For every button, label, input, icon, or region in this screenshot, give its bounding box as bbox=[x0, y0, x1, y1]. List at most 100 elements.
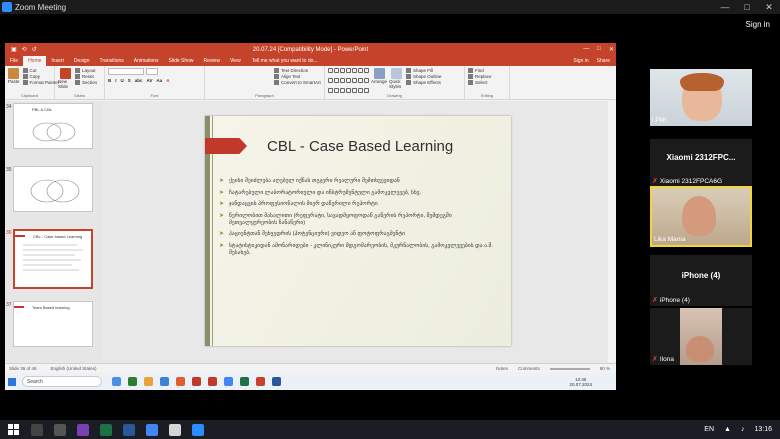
find-button[interactable]: Find bbox=[468, 68, 492, 73]
word-icon[interactable] bbox=[272, 377, 281, 386]
firefox-icon[interactable] bbox=[176, 377, 185, 386]
edge-icon[interactable] bbox=[160, 377, 169, 386]
close-button[interactable]: ✕ bbox=[758, 0, 780, 14]
app-icon[interactable] bbox=[77, 423, 89, 436]
zoom-slider[interactable] bbox=[549, 367, 590, 370]
word-icon[interactable] bbox=[123, 423, 135, 436]
participant-tile[interactable]: iPhone (4) ✗ iPhone (4) bbox=[650, 255, 752, 306]
tab-home[interactable]: Home bbox=[23, 56, 47, 66]
app-icon[interactable] bbox=[128, 377, 137, 386]
shape-outline-icon bbox=[406, 74, 411, 79]
select-button[interactable]: Select bbox=[468, 80, 492, 85]
maximize-button[interactable]: □ bbox=[736, 0, 758, 14]
tab-slide-show[interactable]: Slide Show bbox=[164, 58, 199, 64]
tab-view[interactable]: View bbox=[225, 58, 246, 64]
underline-button[interactable]: U bbox=[121, 78, 124, 83]
excel-icon[interactable] bbox=[100, 423, 112, 436]
volume-icon[interactable]: ♪ bbox=[741, 426, 745, 433]
tell-me-input[interactable]: Tell me what you want to do... bbox=[252, 58, 318, 64]
zoom-window-title: Zoom Meeting bbox=[15, 2, 67, 12]
chrome-icon[interactable] bbox=[224, 377, 233, 386]
participant-tile-active-speaker[interactable]: Lika Mania bbox=[650, 186, 752, 247]
tab-transitions[interactable]: Transitions bbox=[95, 58, 129, 64]
char-spacing-button[interactable]: AV bbox=[147, 78, 153, 83]
language-indicator[interactable]: English (United States) bbox=[51, 366, 97, 371]
thumbnail-accent-bar bbox=[14, 306, 24, 308]
clipboard-group: Paste Cut Copy Format Painter Clipboard bbox=[5, 66, 59, 99]
windows-start-icon[interactable] bbox=[8, 377, 16, 386]
text-direction-button[interactable]: Text Direction bbox=[274, 68, 321, 73]
zoom-icon[interactable] bbox=[192, 423, 204, 436]
section-button[interactable]: Section bbox=[75, 80, 97, 85]
tab-design[interactable]: Design bbox=[69, 58, 95, 64]
opera-icon[interactable] bbox=[192, 377, 201, 386]
task-view-icon[interactable] bbox=[112, 377, 121, 386]
shape-fill-label: Shape Fill bbox=[413, 68, 434, 73]
tab-file[interactable]: File bbox=[5, 58, 23, 64]
tab-review[interactable]: Review bbox=[199, 58, 225, 64]
participant-tile[interactable]: ✗ Ilona bbox=[650, 308, 752, 365]
shadow-button[interactable]: S bbox=[128, 78, 131, 83]
slide-thumbnails-pane: 34 PBL & CBL 35 36 CBL - Case based Lear… bbox=[5, 101, 102, 363]
convert-smartart-button[interactable]: Convert to SmartArt bbox=[274, 80, 321, 85]
shape-effects-button[interactable]: Shape Effects bbox=[406, 80, 442, 85]
change-case-button[interactable]: Aa bbox=[156, 78, 162, 83]
paragraph-group-label: Paragraph bbox=[255, 93, 274, 98]
slide-thumbnail[interactable] bbox=[13, 166, 93, 212]
bullet-text: წერილობით მასალითი (რეფერატი, სავადმყოფო… bbox=[229, 212, 452, 226]
slide-thumbnail-active[interactable]: CBL - Case based Learning bbox=[13, 229, 93, 289]
reset-button[interactable]: Reset bbox=[75, 74, 97, 79]
layout-icon bbox=[75, 68, 80, 73]
format-painter-button[interactable]: Format Painter bbox=[22, 80, 59, 85]
participant-tile[interactable]: Xiaomi 2312FPC... ✗ Xiaomi 2312FPCA6G bbox=[650, 139, 752, 187]
system-clock[interactable]: 13:16 bbox=[754, 426, 772, 433]
comments-button[interactable]: Comments bbox=[518, 366, 540, 371]
current-slide[interactable]: CBL - Case Based Learning ➤ ქეისი შეიძლებ… bbox=[205, 116, 511, 346]
language-indicator[interactable]: EN bbox=[704, 426, 714, 433]
mic-muted-icon: ✗ bbox=[652, 178, 658, 185]
taskbar-search-input[interactable]: Search bbox=[22, 376, 102, 387]
shape-outline-button[interactable]: Shape Outline bbox=[406, 74, 442, 79]
app-icon[interactable] bbox=[169, 423, 181, 436]
bullet-text: ქეისი შეიძლება აღებულ იქნას თგჯერი რეალუ… bbox=[229, 178, 400, 184]
powerpoint-icon[interactable] bbox=[256, 377, 265, 386]
zoom-level[interactable]: 80 % bbox=[600, 366, 610, 371]
italic-button[interactable]: I bbox=[115, 78, 116, 83]
strikethrough-button[interactable]: abc bbox=[135, 78, 143, 83]
minimize-button[interactable]: — bbox=[714, 0, 736, 14]
windows-start-icon[interactable] bbox=[8, 424, 19, 435]
pp-maximize-button[interactable]: □ bbox=[597, 46, 601, 53]
slide-thumbnail[interactable]: Team Based learning bbox=[13, 301, 93, 347]
replace-button[interactable]: Replace bbox=[468, 74, 492, 79]
zoom-sign-in-button[interactable]: Sign in bbox=[746, 20, 770, 29]
layout-button[interactable]: Layout bbox=[75, 68, 97, 73]
notes-button[interactable]: Notes bbox=[496, 366, 508, 371]
tab-animations[interactable]: Animations bbox=[129, 58, 164, 64]
pp-minimize-button[interactable]: — bbox=[583, 46, 589, 53]
new-slide-label: New Slide bbox=[58, 79, 69, 89]
editing-group: Find Replace Select Editing bbox=[465, 66, 510, 99]
bullet-arrow-icon: ➤ bbox=[219, 231, 225, 237]
share-button[interactable]: Share bbox=[597, 58, 610, 64]
pp-sign-in-link[interactable]: Sign in bbox=[573, 58, 588, 64]
copy-button[interactable]: Copy bbox=[22, 74, 60, 79]
font-name-select[interactable] bbox=[108, 68, 144, 75]
bold-button[interactable]: B bbox=[108, 78, 111, 83]
file-explorer-icon[interactable] bbox=[144, 377, 153, 386]
search-icon[interactable] bbox=[31, 423, 43, 436]
participant-tile[interactable]: l Pkh bbox=[650, 69, 752, 126]
chrome-icon[interactable] bbox=[146, 423, 158, 436]
pp-close-button[interactable]: ✕ bbox=[609, 46, 614, 53]
app-icon[interactable] bbox=[208, 377, 217, 386]
font-size-select[interactable] bbox=[146, 68, 158, 75]
font-color-button[interactable]: A bbox=[166, 78, 169, 83]
slide-thumbnail[interactable]: PBL & CBL bbox=[13, 103, 93, 149]
task-view-icon[interactable] bbox=[54, 423, 66, 436]
font-group: B I U S abc AV Aa A Font bbox=[105, 66, 205, 99]
excel-icon[interactable] bbox=[240, 377, 249, 386]
tab-insert[interactable]: Insert bbox=[46, 58, 69, 64]
align-text-button[interactable]: Align Text bbox=[274, 74, 321, 79]
network-icon[interactable]: ▲ bbox=[724, 426, 731, 433]
cut-button[interactable]: Cut bbox=[22, 68, 60, 73]
shape-fill-button[interactable]: Shape Fill bbox=[406, 68, 442, 73]
